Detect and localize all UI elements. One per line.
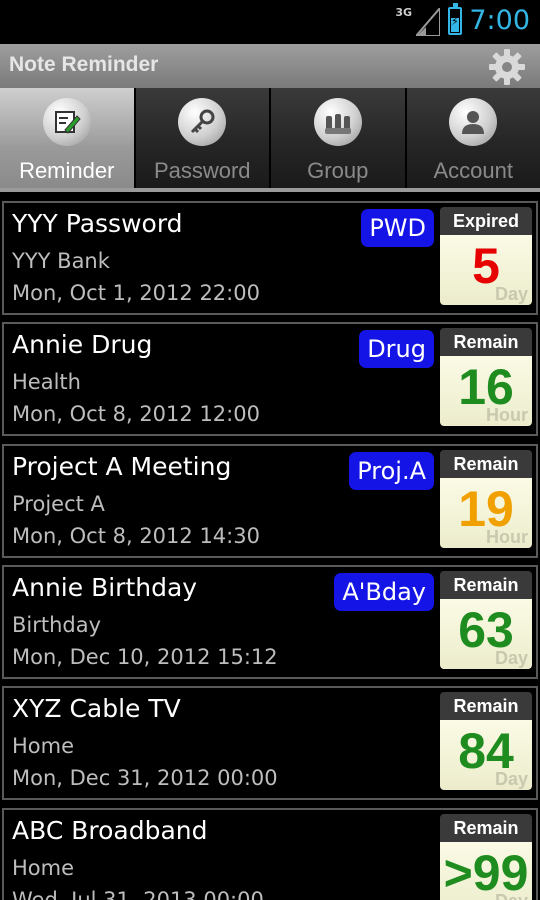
tab-bar: Reminder Password Group Account (0, 88, 540, 192)
countdown-status: Remain (440, 328, 532, 356)
countdown-calendar: Expired 5 Day (440, 207, 532, 305)
countdown-unit: Day (494, 284, 528, 304)
reminder-date: Mon, Oct 1, 2012 22:00 (12, 281, 260, 305)
countdown-calendar: Remain 84 Day (440, 692, 532, 790)
reminder-date: Mon, Oct 8, 2012 12:00 (12, 402, 260, 426)
reminder-date: Wed, Jul 31, 2013 00:00 (12, 888, 264, 900)
reminder-item[interactable]: XYZ Cable TV Home Mon, Dec 31, 2012 00:0… (2, 686, 538, 800)
countdown-unit: Hour (486, 405, 528, 425)
gear-icon[interactable] (488, 48, 526, 86)
account-icon (449, 98, 498, 146)
countdown-unit: Day (494, 769, 528, 789)
reminder-date: Mon, Dec 10, 2012 15:12 (12, 645, 278, 669)
reminder-name: ABC Broadband (12, 816, 208, 845)
group-icon (313, 98, 362, 146)
countdown-calendar: Remain >99 Day (440, 814, 532, 900)
key-icon (178, 98, 227, 146)
countdown-status: Remain (440, 571, 532, 599)
tab-group[interactable]: Group (271, 88, 407, 188)
signal-icon (416, 8, 440, 36)
reminder-date: Mon, Oct 8, 2012 14:30 (12, 524, 260, 548)
countdown-calendar: Remain 63 Day (440, 571, 532, 669)
clock: 7:00 (469, 5, 530, 36)
reminder-name: XYZ Cable TV (12, 694, 181, 723)
countdown-unit: Hour (486, 527, 528, 547)
battery-icon: ⚡ (448, 3, 462, 35)
reminder-item[interactable]: ABC Broadband Home Wed, Jul 31, 2013 00:… (2, 808, 538, 900)
countdown-calendar: Remain 19 Hour (440, 450, 532, 548)
tab-password[interactable]: Password (135, 88, 271, 188)
reminder-date: Mon, Dec 31, 2012 00:00 (12, 766, 278, 790)
reminder-category: Project A (12, 492, 105, 516)
tab-label: Group (307, 158, 369, 183)
reminder-category: Home (12, 734, 75, 758)
reminder-tag: A'Bday (334, 573, 434, 611)
tab-reminder[interactable]: Reminder (0, 88, 136, 188)
reminder-item[interactable]: Project A Meeting Project A Mon, Oct 8, … (2, 444, 538, 558)
reminder-item[interactable]: Annie Drug Health Mon, Oct 8, 2012 12:00… (2, 322, 538, 436)
app-title-bar: Note Reminder (0, 44, 540, 88)
app-title: Note Reminder (9, 53, 159, 76)
reminder-category: Birthday (12, 613, 102, 637)
reminder-name: Project A Meeting (12, 452, 232, 481)
note-pencil-icon (42, 98, 91, 146)
reminder-category: Health (12, 370, 81, 394)
countdown-calendar: Remain 16 Hour (440, 328, 532, 426)
countdown-unit: Day (495, 891, 528, 900)
tab-account[interactable]: Account (406, 88, 540, 188)
countdown-unit: Day (494, 648, 528, 668)
reminder-name: YYY Password (12, 209, 183, 238)
countdown-status: Remain (440, 692, 532, 720)
reminder-item[interactable]: Annie Birthday Birthday Mon, Dec 10, 201… (2, 565, 538, 679)
reminder-tag: Proj.A (349, 452, 434, 490)
tab-label: Password (153, 158, 251, 183)
countdown-status: Remain (440, 450, 532, 478)
reminder-category: Home (12, 856, 75, 880)
network-type: 3G (395, 6, 412, 19)
reminder-name: Annie Drug (12, 330, 153, 359)
countdown-status: Expired (440, 207, 532, 235)
reminder-item[interactable]: YYY Password YYY Bank Mon, Oct 1, 2012 2… (2, 201, 538, 315)
reminder-tag: Drug (359, 330, 434, 368)
reminder-category: YYY Bank (12, 249, 110, 273)
reminder-name: Annie Birthday (12, 573, 198, 602)
status-bar: 3G ⚡ 7:00 (0, 0, 540, 44)
tab-label: Reminder (19, 158, 115, 183)
tab-label: Account (433, 158, 514, 183)
reminder-tag: PWD (361, 209, 434, 247)
countdown-status: Remain (440, 814, 532, 842)
